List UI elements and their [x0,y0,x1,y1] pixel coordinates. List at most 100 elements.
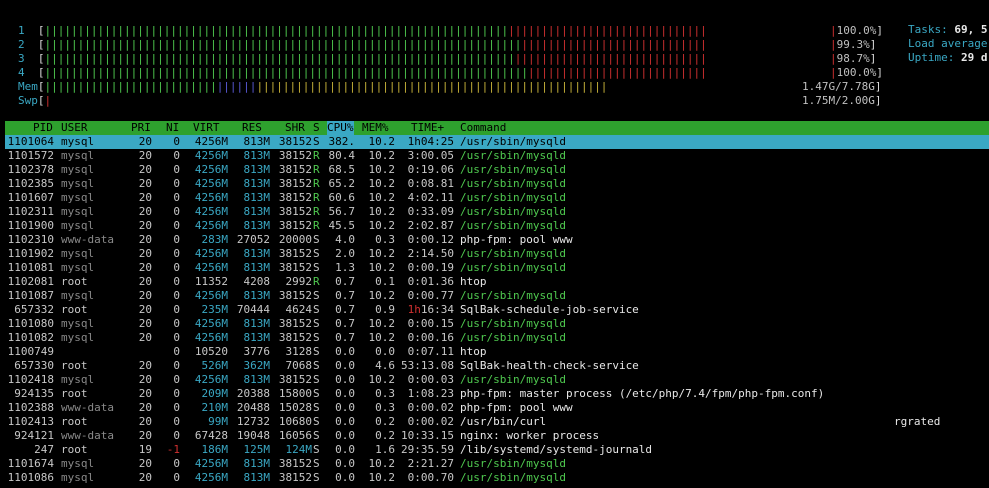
process-res: 4208 [243,275,271,288]
process-cpu: 2.0 [335,247,355,260]
process-row[interactable]: 1102310 www-data 20 0 283M 27052 20000 S 4.0 0.3 0… [5,233,989,247]
process-row[interactable]: 1101900 mysql 20 0 4256M 813M 38152 R 45.5 10.2 2:… [5,219,989,233]
process-user: mysql [61,289,95,302]
process-time: 0:01.36 [407,275,454,288]
process-user: mysql [61,205,95,218]
swp-meter-label: Swp [18,94,38,107]
process-cpu: 0.0 [335,443,355,456]
process-ni: 0 [173,135,180,148]
col-virt[interactable]: VIRT [193,121,220,135]
process-pri: 20 [138,219,152,232]
process-row[interactable]: 1101081 mysql 20 0 4256M 813M 38152 S 1.3 10.2 0:0… [5,261,989,275]
process-pid: 1102081 [7,275,54,288]
process-ni: 0 [173,317,180,330]
process-row[interactable]: 1101674 mysql 20 0 4256M 813M 38152 S 0.0 10.2 2:2… [5,457,989,471]
process-mem: 10.2 [368,163,396,176]
process-pid: 657330 [14,359,54,372]
process-row[interactable]: 1101086 mysql 20 0 4256M 813M 38152 S 0.0 10.2 0:0… [5,471,989,485]
process-virt: 4256M [194,317,228,330]
process-res: 813M [243,135,271,148]
cpu-meter-label: 2 [18,38,25,51]
process-s: S [313,261,320,274]
process-time: 0:00.12 [407,233,454,246]
process-pri: 20 [138,373,152,386]
process-pri: 20 [138,275,152,288]
process-extra: rgrated [894,415,941,428]
process-row[interactable]: 657332 root 20 0 235M 70444 4624 S 0.7 0.9 1h16:34… [5,303,989,317]
process-ni: 0 [173,163,180,176]
process-row[interactable]: 1102378 mysql 20 0 4256M 813M 38152 R 68.5 10.2 0:… [5,163,989,177]
uptime-value: 29 d [960,51,988,64]
process-cmd: /usr/bin/curl [460,415,547,428]
cpu-meter-value: |100.0%] [830,24,883,37]
process-row[interactable]: 1101572 mysql 20 0 4256M 813M 38152 R 80.4 10.2 3:… [5,149,989,163]
process-cpu: 0.7 [335,289,355,302]
col-state[interactable]: S [313,121,320,135]
process-row[interactable]: 1100749 0 10520 3776 3128 S 0.0 0.0 0:07.11 htop [5,345,989,359]
process-ni: 0 [173,345,180,358]
process-row[interactable]: 1101902 mysql 20 0 4256M 813M 38152 S 2.0 10.2 2:1… [5,247,989,261]
process-ni: 0 [173,289,180,302]
process-row[interactable]: 1102413 root 20 0 99M 12732 10680 S 0.0 0.2 0:00.0… [5,415,989,429]
col-command[interactable]: Command [460,121,506,135]
process-time: 2:02.87 [407,219,454,232]
col-user[interactable]: USER [61,121,88,135]
process-user: mysql [61,191,95,204]
process-cmd: /usr/sbin/mysqld [460,373,566,386]
cpu-meter-3: 3 [|||||||||||||||||||||||||||||||||||||… [18,52,707,65]
process-ni: 0 [173,387,180,400]
process-row[interactable]: 1102418 mysql 20 0 4256M 813M 38152 S 0.0 10.2 0:0… [5,373,989,387]
cpu-meter-percent: 99.3% [836,38,870,51]
process-user: mysql [61,373,95,386]
process-row[interactable]: 1101080 mysql 20 0 4256M 813M 38152 S 0.7 10.2 0:0… [5,317,989,331]
col-mem[interactable]: MEM% [362,121,389,135]
process-shr: 38152 [278,163,312,176]
col-res[interactable]: RES [242,121,262,135]
process-row[interactable]: 924135 root 20 0 209M 20388 15800 S 0.0 0.3 1:08.2… [5,387,989,401]
process-time: 0:00.15 [407,317,454,330]
process-s: R [313,163,320,176]
process-res: 813M [243,219,271,232]
process-pid: 247 [34,443,54,456]
process-row[interactable]: 1101087 mysql 20 0 4256M 813M 38152 S 0.7 10.2 0:0… [5,289,989,303]
process-row[interactable]: 657330 root 20 0 526M 362M 7068 S 0.0 4.6 53:13.08… [5,359,989,373]
col-pri[interactable]: PRI [131,121,151,135]
process-table-header: PID USER PRI NI VIRT RES SHR S CPU% MEM%… [5,121,989,135]
col-ni[interactable]: NI [166,121,179,135]
process-row[interactable]: 1102388 www-data 20 0 210M 20488 15028 S 0.0 0.3 0… [5,401,989,415]
process-row[interactable]: 1102385 mysql 20 0 4256M 813M 38152 R 65.2 10.2 0:… [5,177,989,191]
process-mem: 10.2 [368,149,396,162]
process-shr: 38152 [278,317,312,330]
process-row[interactable]: 1101064 mysql 20 0 4256M 813M 38152 S 382. 10.2 1h… [5,135,989,149]
process-virt: 4256M [194,373,228,386]
process-cmd: /usr/sbin/mysqld [460,457,566,470]
process-row[interactable]: 1102081 root 20 0 11352 4208 2992 R 0.7 0.1 0:01.3… [5,275,989,289]
process-row[interactable]: 1101082 mysql 20 0 4256M 813M 38152 S 0.7 10.2 0:0… [5,331,989,345]
process-cpu: 0.0 [335,457,355,470]
process-virt: 4256M [194,205,228,218]
cpu-meter-value: |98.7%] [830,52,877,65]
col-pid[interactable]: PID [33,121,53,135]
process-s: S [313,443,320,456]
process-cpu: 1.3 [335,261,355,274]
process-time: 0:00.70 [407,471,454,484]
col-time[interactable]: TIME+ [411,121,444,135]
process-pid: 1102311 [7,205,54,218]
process-virt: 4256M [194,135,228,148]
process-row[interactable]: 247 root 19 -1 186M 125M 124M S 0.0 1.6 29:35.59/l… [5,443,989,457]
col-cpu[interactable]: CPU% [327,121,354,135]
process-row[interactable]: 1101607 mysql 20 0 4256M 813M 38152 R 60.6 10.2 4:… [5,191,989,205]
col-shr[interactable]: SHR [285,121,305,135]
process-virt: 10520 [194,345,228,358]
process-cmd: SqlBak-health-check-service [460,359,639,372]
process-s: S [313,233,320,246]
process-res: 125M [243,443,271,456]
process-shr: 10680 [278,415,312,428]
process-res: 19048 [236,429,270,442]
process-row[interactable]: 924121 www-data 20 0 67428 19048 16056 S 0.0 0.2 1… [5,429,989,443]
process-row[interactable]: 1102311 mysql 20 0 4256M 813M 38152 R 56.7 10.2 0:… [5,205,989,219]
process-shr: 38152 [278,247,312,260]
process-cmd: php-fpm: master process (/etc/php/7.4/fp… [460,387,825,400]
process-virt: 4256M [194,471,228,484]
process-time: 1:08.23 [407,387,454,400]
